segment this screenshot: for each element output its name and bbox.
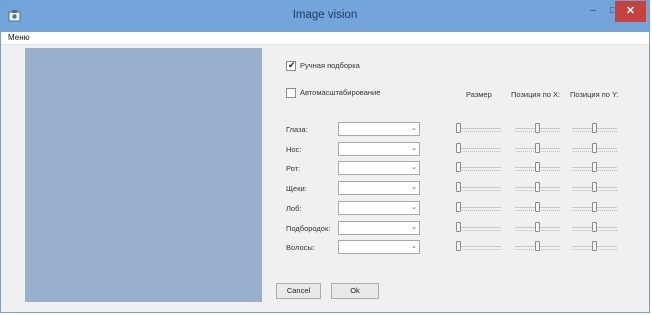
pos-y-slider[interactable] — [572, 240, 617, 254]
feature-combo[interactable]: ⌄ — [338, 161, 420, 175]
autoscale-checkbox[interactable] — [286, 88, 296, 98]
feature-combo[interactable]: ⌄ — [338, 142, 420, 156]
chevron-down-icon: ⌄ — [411, 224, 417, 231]
slider-ticks — [456, 131, 501, 134]
pos-y-slider[interactable] — [572, 201, 617, 215]
menu-bar: Меню — [1, 32, 649, 45]
slider-track — [456, 187, 501, 188]
cancel-button[interactable]: Cancel — [276, 283, 321, 299]
size-slider[interactable] — [456, 181, 501, 195]
manual-selection-label: Ручная подборка — [300, 61, 360, 70]
manual-selection-checkbox[interactable]: ✔ — [286, 60, 296, 71]
slider-thumb[interactable] — [456, 241, 461, 251]
pos-y-slider[interactable] — [572, 221, 617, 235]
row-label: Рот: — [286, 164, 301, 173]
slider-thumb[interactable] — [456, 182, 461, 192]
slider-ticks — [456, 210, 501, 213]
row-label: Глаза: — [286, 125, 308, 134]
pos-x-slider[interactable] — [515, 142, 560, 156]
slider-thumb[interactable] — [592, 241, 597, 251]
checkmark-icon: ✔ — [288, 60, 296, 70]
slider-ticks — [456, 170, 501, 173]
column-header-size: Размер — [466, 90, 492, 99]
pos-y-slider[interactable] — [572, 142, 617, 156]
ok-button[interactable]: Ok — [331, 283, 379, 299]
slider-thumb[interactable] — [535, 202, 540, 212]
feature-combo[interactable]: ⌄ — [338, 240, 420, 254]
slider-ticks — [456, 190, 501, 193]
pos-y-slider[interactable] — [572, 161, 617, 175]
pos-y-slider[interactable] — [572, 122, 617, 136]
feature-combo[interactable]: ⌄ — [338, 221, 420, 235]
menu-item-main[interactable]: Меню — [8, 33, 30, 42]
chevron-down-icon: ⌄ — [411, 184, 417, 191]
slider-thumb[interactable] — [592, 202, 597, 212]
slider-ticks — [456, 151, 501, 154]
slider-thumb[interactable] — [592, 143, 597, 153]
window-title: Image vision — [292, 9, 358, 21]
pos-x-slider[interactable] — [515, 161, 560, 175]
size-slider[interactable] — [456, 142, 501, 156]
slider-thumb[interactable] — [456, 202, 461, 212]
chevron-down-icon: ⌄ — [411, 164, 417, 171]
row-label: Волосы: — [286, 243, 315, 252]
slider-thumb[interactable] — [592, 162, 597, 172]
slider-thumb[interactable] — [535, 143, 540, 153]
pos-x-slider[interactable] — [515, 240, 560, 254]
size-slider[interactable] — [456, 240, 501, 254]
chevron-down-icon: ⌄ — [411, 204, 417, 211]
chevron-down-icon: ⌄ — [411, 125, 417, 132]
row-label: Лоб: — [286, 204, 302, 213]
size-slider[interactable] — [456, 221, 501, 235]
slider-thumb[interactable] — [535, 123, 540, 133]
column-header-pos-y: Позиция по Y: — [570, 90, 619, 99]
chevron-down-icon: ⌄ — [411, 243, 417, 250]
slider-thumb[interactable] — [592, 123, 597, 133]
row-label: Подбородок: — [286, 224, 331, 233]
size-slider[interactable] — [456, 201, 501, 215]
slider-thumb[interactable] — [592, 182, 597, 192]
slider-track — [456, 207, 501, 208]
feature-combo[interactable]: ⌄ — [338, 201, 420, 215]
slider-track — [456, 246, 501, 247]
column-header-pos-x: Позиция по X: — [511, 90, 561, 99]
pos-x-slider[interactable] — [515, 201, 560, 215]
slider-track — [456, 167, 501, 168]
slider-thumb[interactable] — [535, 182, 540, 192]
slider-thumb[interactable] — [535, 222, 540, 232]
pos-x-slider[interactable] — [515, 221, 560, 235]
main-window: Image vision – □ ✕ Меню ✔ Ручная подборк… — [0, 0, 650, 313]
image-preview — [25, 48, 262, 302]
slider-ticks — [456, 230, 501, 233]
slider-thumb[interactable] — [535, 241, 540, 251]
size-slider[interactable] — [456, 122, 501, 136]
slider-thumb[interactable] — [456, 162, 461, 172]
slider-thumb[interactable] — [456, 222, 461, 232]
slider-thumb[interactable] — [592, 222, 597, 232]
autoscale-label: Автомасштабирование — [300, 88, 381, 97]
close-button[interactable]: ✕ — [615, 1, 646, 22]
slider-track — [456, 227, 501, 228]
row-label: Щеки: — [286, 184, 307, 193]
row-label: Нос: — [286, 145, 302, 154]
size-slider[interactable] — [456, 161, 501, 175]
pos-x-slider[interactable] — [515, 181, 560, 195]
slider-thumb[interactable] — [456, 123, 461, 133]
title-bar[interactable]: Image vision – □ ✕ — [1, 1, 649, 32]
pos-x-slider[interactable] — [515, 122, 560, 136]
slider-track — [456, 128, 501, 129]
feature-combo[interactable]: ⌄ — [338, 181, 420, 195]
slider-ticks — [456, 249, 501, 252]
slider-thumb[interactable] — [535, 162, 540, 172]
slider-thumb[interactable] — [456, 143, 461, 153]
slider-track — [456, 148, 501, 149]
pos-y-slider[interactable] — [572, 181, 617, 195]
chevron-down-icon: ⌄ — [411, 145, 417, 152]
feature-combo[interactable]: ⌄ — [338, 122, 420, 136]
